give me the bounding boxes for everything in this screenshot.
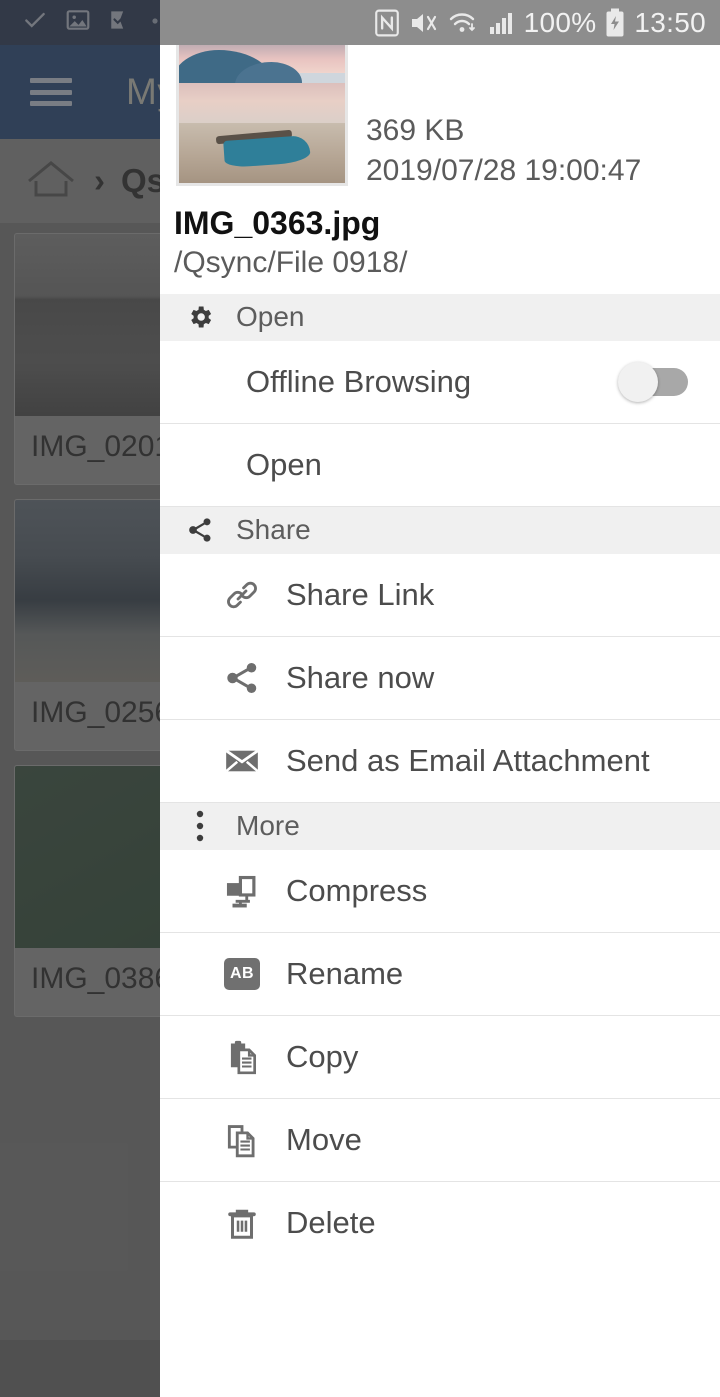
- menu-item-label: Send as Email Attachment: [286, 742, 650, 778]
- file-datetime: 2019/07/28 19:00:47: [366, 153, 642, 187]
- link-icon: [222, 576, 262, 614]
- file-size: 369 KB: [366, 114, 465, 147]
- menu-item-label: Compress: [286, 872, 428, 908]
- menu-item-label: Offline Browsing: [246, 363, 472, 399]
- menu-item-open[interactable]: Open: [160, 423, 720, 507]
- file-path: /Qsync/File 0918/: [174, 245, 408, 279]
- menu-item-compress[interactable]: Compress: [160, 849, 720, 933]
- mail-icon: [222, 742, 262, 780]
- file-meta: 369 KB 2019/07/28 19:00:47: [366, 21, 720, 191]
- wifi-icon: [448, 9, 480, 37]
- menu-item-label: Open: [246, 446, 322, 482]
- menu-item-offline-browsing[interactable]: Offline Browsing: [160, 340, 720, 424]
- share-icon: [222, 659, 262, 697]
- section-header-label: More: [236, 810, 300, 842]
- battery-percent-label: 100%: [523, 6, 597, 38]
- section-header-share: Share: [160, 506, 720, 554]
- menu-item-share-now[interactable]: Share now: [160, 636, 720, 720]
- section-header-label: Share: [236, 514, 311, 546]
- rename-ab-icon: AB: [222, 957, 262, 990]
- share-icon: [186, 516, 214, 544]
- clock-label: 13:50: [634, 6, 706, 38]
- trash-icon: [222, 1204, 262, 1242]
- section-header-open: Open: [160, 293, 720, 341]
- move-icon: [222, 1121, 262, 1159]
- menu-item-delete[interactable]: Delete: [160, 1181, 720, 1265]
- vertical-dots-icon: [186, 809, 214, 843]
- menu-item-rename[interactable]: AB Rename: [160, 932, 720, 1016]
- menu-item-share-link[interactable]: Share Link: [160, 553, 720, 637]
- menu-item-copy[interactable]: Copy: [160, 1015, 720, 1099]
- system-status-bar: 100% 13:50: [160, 0, 720, 45]
- menu-item-move[interactable]: Move: [160, 1098, 720, 1182]
- menu-item-label: Copy: [286, 1038, 359, 1074]
- menu-item-send-email[interactable]: Send as Email Attachment: [160, 719, 720, 803]
- gear-icon: [186, 303, 214, 331]
- menu-item-label: Delete: [286, 1205, 376, 1241]
- file-name-title: IMG_0363.jpg: [174, 204, 381, 241]
- volume-mute-icon: [409, 9, 439, 37]
- cellular-signal-icon: [489, 9, 515, 37]
- offline-browsing-toggle[interactable]: [618, 361, 688, 402]
- file-action-dialog: 369 KB 2019/07/28 19:00:47 IMG_0363.jpg …: [160, 0, 720, 1397]
- compress-icon: [222, 872, 262, 910]
- menu-item-label: Share Link: [286, 576, 435, 612]
- menu-item-label: Share now: [286, 659, 435, 695]
- section-header-more: More: [160, 802, 720, 850]
- menu-item-label: Move: [286, 1121, 362, 1157]
- nfc-icon: [374, 9, 400, 37]
- copy-icon: [222, 1038, 262, 1076]
- section-header-label: Open: [236, 301, 305, 333]
- battery-charging-icon: [605, 8, 625, 38]
- menu-item-label: Rename: [286, 955, 404, 991]
